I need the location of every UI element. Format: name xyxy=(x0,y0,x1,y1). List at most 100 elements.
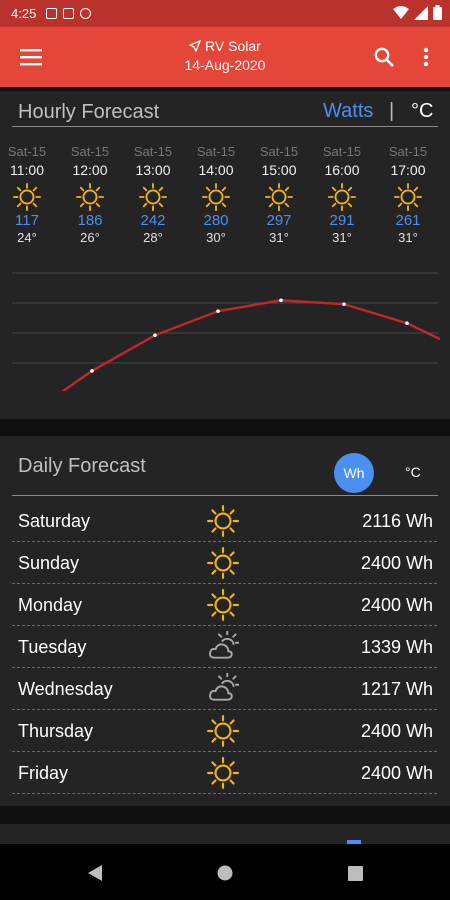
daily-weather-icon-wrap xyxy=(207,547,239,579)
search-button[interactable] xyxy=(370,43,398,71)
hour-temp-value: 31° xyxy=(269,230,289,245)
sun-icon xyxy=(202,183,230,211)
hour-weather-icon-wrap xyxy=(0,182,57,212)
daily-weather-icon-wrap xyxy=(207,589,239,621)
system-navigation-bar xyxy=(0,844,450,900)
sun-icon xyxy=(207,505,239,537)
back-button[interactable] xyxy=(80,858,110,888)
hamburger-menu-icon xyxy=(20,49,42,66)
hour-time-label: 12:00 xyxy=(72,162,108,178)
sun-icon xyxy=(76,183,104,211)
app-bar: RV Solar 14-Aug-2020 xyxy=(0,27,450,87)
status-time: 4:25 xyxy=(11,6,37,21)
celsius-unit-toggle[interactable]: °C xyxy=(411,100,433,123)
hour-day-label: Sat-15 xyxy=(70,144,110,159)
hour-temp-value: 28° xyxy=(143,230,163,245)
hour-watts-value: 291 xyxy=(329,212,355,229)
daily-energy-value: 1217 Wh xyxy=(360,679,433,699)
sun-icon xyxy=(207,589,239,621)
home-button[interactable] xyxy=(210,858,240,888)
partly-cloudy-icon xyxy=(209,672,240,701)
daily-energy-value: 1339 Wh xyxy=(360,637,433,657)
daily-forecast-row[interactable]: Friday 2400 Wh xyxy=(12,752,437,794)
more-vert-icon xyxy=(423,47,429,67)
daily-weather-icon-wrap xyxy=(207,757,239,789)
hour-watts-value: 280 xyxy=(203,212,229,229)
wh-unit-toggle[interactable]: Wh xyxy=(334,453,374,493)
hour-watts-value: 242 xyxy=(140,212,166,229)
daily-day-label: Thursday xyxy=(18,721,94,741)
unit-divider: | xyxy=(389,100,395,122)
daily-forecast-row[interactable]: Tuesday 1339 Wh xyxy=(12,626,437,668)
hour-weather-icon-wrap xyxy=(60,182,120,212)
notification-blocked-icon xyxy=(80,8,92,19)
daily-energy-value: 2400 Wh xyxy=(360,763,433,783)
hour-weather-icon-wrap xyxy=(186,182,246,212)
hour-column: Sat-15 11:00 117 24° xyxy=(0,144,57,245)
daily-forecast-row[interactable]: Sunday 2400 Wh xyxy=(12,542,437,584)
sun-icon xyxy=(207,757,239,789)
daily-forecast-row[interactable]: Thursday 2400 Wh xyxy=(12,710,437,752)
hour-temp-value: 31° xyxy=(332,230,352,245)
daily-energy-value: 2400 Wh xyxy=(360,721,433,741)
daily-energy-value: 2116 Wh xyxy=(362,511,433,531)
sun-icon xyxy=(139,183,167,211)
hourly-forecast-card: Hourly Forecast Watts | °C Sat-15 11:00 11… xyxy=(0,91,450,419)
hour-column: Sat-15 14:00 280 30° xyxy=(186,144,246,245)
hour-day-label: Sat-15 xyxy=(322,144,362,159)
hour-day-label: Sat-15 xyxy=(196,144,236,159)
hour-temp-value: 31° xyxy=(398,230,418,245)
hour-column: Sat-15 12:00 186 26° xyxy=(60,144,120,245)
hour-time-label: 16:00 xyxy=(324,162,360,178)
watts-data-point xyxy=(90,369,94,373)
wifi-icon xyxy=(393,5,409,19)
partly-cloudy-icon xyxy=(209,630,240,659)
notification-sd-icon xyxy=(63,8,75,19)
hour-temp-value: 26° xyxy=(80,230,100,245)
notification-a-icon xyxy=(46,8,58,19)
daily-day-label: Monday xyxy=(18,595,83,615)
hour-watts-value: 297 xyxy=(266,212,292,229)
hour-watts-value: 186 xyxy=(77,212,103,229)
hourly-forecast-title: Hourly Forecast xyxy=(18,101,160,123)
hour-day-label: Sat-15 xyxy=(388,144,428,159)
hour-weather-icon-wrap xyxy=(378,182,438,212)
daily-day-label: Sunday xyxy=(18,553,80,573)
hour-temp-value: 24° xyxy=(17,230,37,245)
watts-unit-toggle[interactable]: Watts xyxy=(323,100,373,123)
hour-column: Sat-15 16:00 291 31° xyxy=(312,144,372,245)
sun-icon xyxy=(328,183,356,211)
system-icons xyxy=(393,5,442,20)
recents-square-icon xyxy=(347,865,363,881)
daily-weather-icon-wrap xyxy=(207,505,239,537)
home-circle-icon xyxy=(217,865,233,881)
app-date: 14-Aug-2020 xyxy=(184,57,266,73)
daily-weather-icon-wrap xyxy=(207,630,240,663)
recents-button[interactable] xyxy=(340,858,370,888)
hour-day-label: Sat-15 xyxy=(259,144,299,159)
daily-energy-value: 2400 Wh xyxy=(360,553,433,573)
wh-unit-label: Wh xyxy=(343,465,365,481)
hour-watts-value: 117 xyxy=(15,212,39,229)
hour-time-label: 15:00 xyxy=(261,162,297,178)
daily-forecast-row[interactable]: Monday 2400 Wh xyxy=(12,584,437,626)
daily-celsius-unit-toggle[interactable]: °C xyxy=(405,464,421,480)
menu-button[interactable] xyxy=(14,43,48,71)
sun-icon xyxy=(265,183,293,211)
hourly-title-underline xyxy=(12,126,438,127)
hour-temp-value: 30° xyxy=(206,230,226,245)
app-title[interactable]: RV Solar 14-Aug-2020 xyxy=(140,37,310,75)
app-title-label: RV Solar xyxy=(205,38,261,54)
daily-forecast-row[interactable]: Saturday 2116 Wh xyxy=(12,500,437,542)
next-card-peek xyxy=(0,824,450,844)
daily-day-label: Saturday xyxy=(18,511,91,531)
hourly-watts-chart: 11:0013:0015:0017 xyxy=(12,272,441,391)
daily-weather-icon-wrap xyxy=(207,672,240,705)
hour-day-label: Sat-15 xyxy=(7,144,47,159)
overflow-menu-button[interactable] xyxy=(414,43,438,71)
search-icon xyxy=(374,47,394,67)
daily-forecast-row[interactable]: Wednesday 1217 Wh xyxy=(12,668,437,710)
hour-weather-icon-wrap xyxy=(249,182,309,212)
hour-time-label: 13:00 xyxy=(135,162,171,178)
sun-icon xyxy=(207,715,239,747)
